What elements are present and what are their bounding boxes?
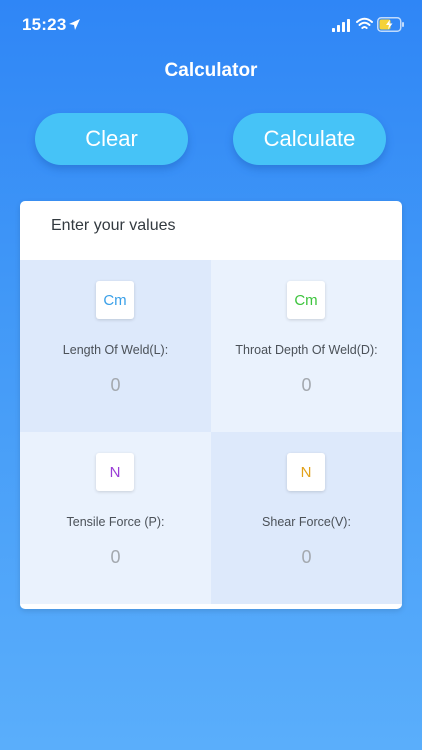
clear-button[interactable]: Clear xyxy=(35,113,188,165)
unit-badge-cm: Cm xyxy=(287,281,325,319)
status-time: 15:23 xyxy=(22,15,67,34)
unit-badge-n: N xyxy=(96,453,134,491)
unit-badge-cm: Cm xyxy=(96,281,134,319)
input-card: Enter your values Cm Length Of Weld(L): … xyxy=(20,201,402,609)
length-of-weld-label: Length Of Weld(L): xyxy=(62,343,169,357)
throat-depth-input[interactable]: 0 xyxy=(211,375,402,396)
shear-force-label: Shear Force(V): xyxy=(262,515,351,529)
tensile-force-input[interactable]: 0 xyxy=(20,547,211,568)
length-of-weld-cell[interactable]: Cm Length Of Weld(L): 0 xyxy=(20,260,211,432)
battery-charging-icon xyxy=(377,17,404,32)
tensile-force-cell[interactable]: N Tensile Force (P): 0 xyxy=(20,432,211,604)
unit-badge-n: N xyxy=(287,453,325,491)
page-title: Calculator xyxy=(164,60,258,81)
shear-force-cell[interactable]: N Shear Force(V): 0 xyxy=(211,432,402,604)
throat-depth-cell[interactable]: Cm Throat Depth Of Weld(D): 0 xyxy=(211,260,402,432)
wifi-icon xyxy=(356,17,373,29)
tensile-force-label: Tensile Force (P): xyxy=(66,515,165,529)
cellular-signal-icon xyxy=(332,19,350,32)
card-title: Enter your values xyxy=(51,217,176,234)
status-bar: 15:23 xyxy=(0,0,422,50)
throat-depth-label: Throat Depth Of Weld(D): xyxy=(235,343,378,357)
shear-force-input[interactable]: 0 xyxy=(211,547,402,568)
length-of-weld-input[interactable]: 0 xyxy=(20,375,211,396)
input-grid: Cm Length Of Weld(L): 0 Cm Throat Depth … xyxy=(20,260,402,604)
calculate-button[interactable]: Calculate xyxy=(233,113,386,165)
location-arrow-icon xyxy=(69,19,80,30)
